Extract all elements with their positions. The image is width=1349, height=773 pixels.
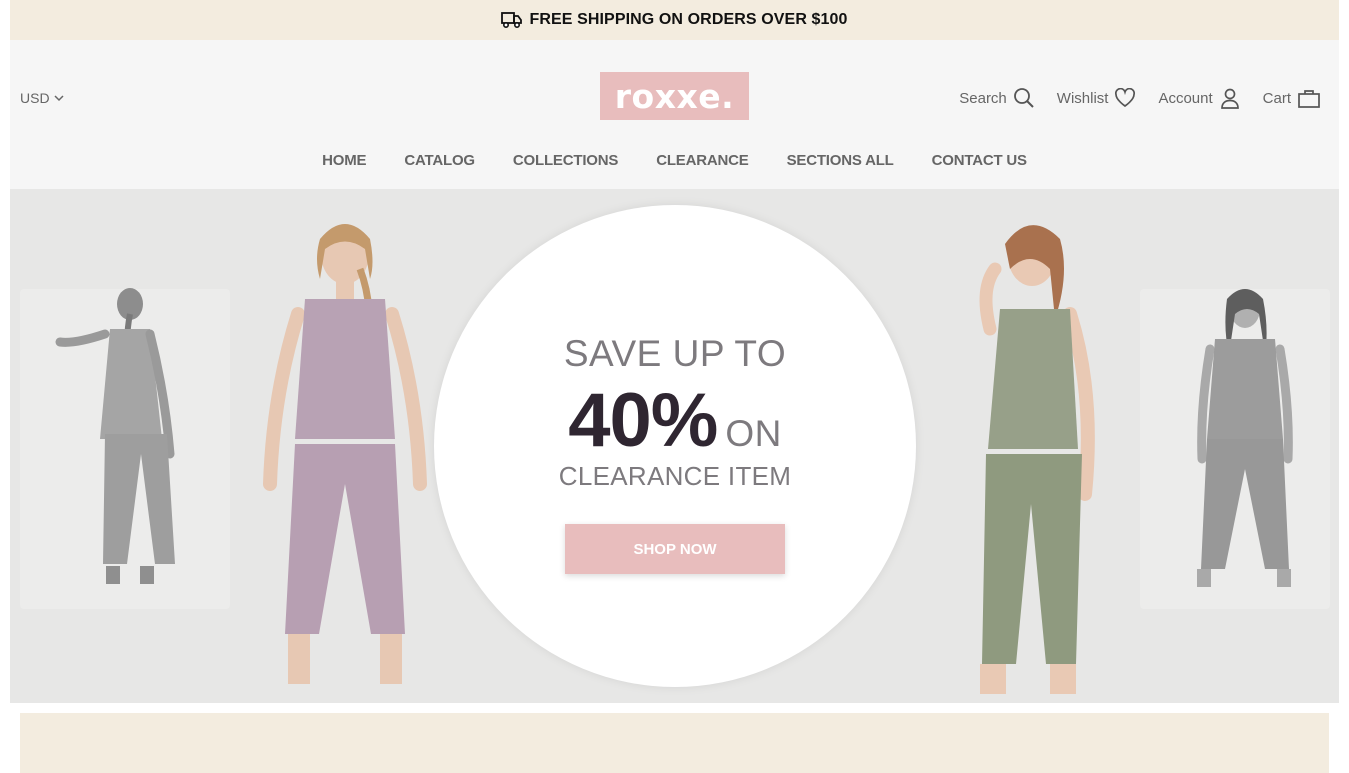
nav-sections-all[interactable]: SECTIONS ALL — [768, 152, 913, 169]
user-icon — [1220, 88, 1239, 109]
model-image-sage — [979, 225, 1095, 694]
site-header: USD roxxe. Search Wishlist Account Cart … — [10, 40, 1339, 189]
promo-line-3: CLEARANCE ITEM — [558, 461, 792, 491]
promo-percent: 40% — [568, 378, 718, 463]
heart-icon — [1115, 88, 1136, 108]
cart-button[interactable]: Cart — [1263, 87, 1321, 109]
search-button[interactable]: Search — [959, 87, 1035, 109]
model-image-gray-back — [55, 288, 175, 584]
search-label: Search — [959, 89, 1007, 107]
logo-text: roxxe. — [614, 76, 735, 116]
shopping-bag-icon — [1298, 90, 1320, 108]
nav-contact-us[interactable]: CONTACT US — [913, 152, 1046, 169]
account-label: Account — [1158, 89, 1213, 107]
nav-home[interactable]: HOME — [303, 152, 385, 169]
announcement-bar: FREE SHIPPING ON ORDERS OVER $100 — [10, 0, 1339, 40]
promo-circle: SAVE UP TO 40% ON CLEARANCE ITEM SHOP NOW — [434, 205, 916, 687]
truck-icon — [501, 12, 523, 29]
wishlist-button[interactable]: Wishlist — [1057, 88, 1137, 108]
header-actions: Search Wishlist Account Cart — [959, 87, 1321, 109]
main-nav: HOME CATALOG COLLECTIONS CLEARANCE SECTI… — [10, 152, 1339, 169]
promo-on: ON — [725, 413, 782, 454]
cart-label: Cart — [1262, 89, 1291, 107]
model-image-lilac — [263, 224, 427, 684]
currency-selector[interactable]: USD — [20, 90, 64, 106]
nav-collections[interactable]: COLLECTIONS — [494, 152, 637, 169]
nav-clearance[interactable]: CLEARANCE — [637, 152, 767, 169]
nav-catalog[interactable]: CATALOG — [385, 152, 494, 169]
search-icon — [1013, 88, 1034, 108]
model-image-gray-front — [1197, 289, 1293, 587]
site-logo[interactable]: roxxe. — [600, 72, 749, 120]
hero-banner: SAVE UP TO 40% ON CLEARANCE ITEM SHOP NOW — [10, 189, 1339, 703]
wishlist-label: Wishlist — [1056, 89, 1109, 107]
promo-line-2: 40% ON — [434, 377, 916, 464]
announcement-text: FREE SHIPPING ON ORDERS OVER $100 — [529, 11, 848, 28]
promo-line-1: SAVE UP TO — [563, 333, 787, 374]
chevron-down-icon — [54, 95, 64, 102]
account-button[interactable]: Account — [1158, 87, 1240, 109]
next-section-band — [20, 713, 1329, 773]
shop-now-button[interactable]: SHOP NOW — [565, 524, 785, 574]
currency-label: USD — [20, 90, 50, 106]
